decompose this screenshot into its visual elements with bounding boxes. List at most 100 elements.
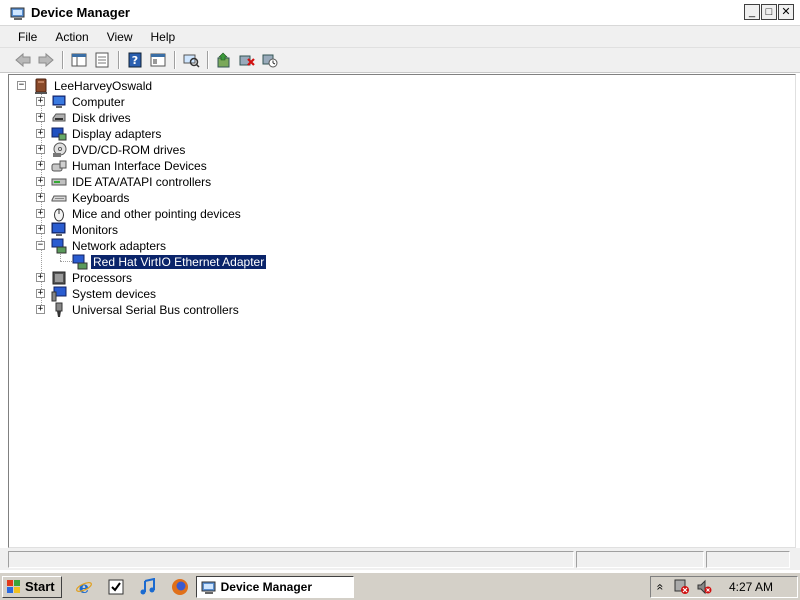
monitor-icon bbox=[51, 222, 67, 238]
checkbox-app-icon[interactable] bbox=[106, 577, 126, 597]
tree-item-label: DVD/CD-ROM drives bbox=[72, 143, 186, 157]
tree-item-usb-controllers[interactable]: Universal Serial Bus controllers bbox=[51, 302, 241, 318]
tree-item-ide-controllers[interactable]: IDE ATA/ATAPI controllers bbox=[51, 174, 213, 190]
taskbar: Start e Device Manager « 4:27 AM bbox=[0, 572, 800, 600]
toolbar-separator bbox=[62, 51, 64, 69]
category-expander[interactable]: + bbox=[36, 273, 45, 282]
tree-item-label: Human Interface Devices bbox=[72, 159, 207, 173]
tree-item-label: Universal Serial Bus controllers bbox=[72, 303, 239, 317]
volume-muted-icon[interactable] bbox=[696, 579, 712, 595]
tree-item-label: System devices bbox=[72, 287, 157, 301]
category-expander[interactable]: + bbox=[36, 113, 45, 122]
tree-item-hid[interactable]: Human Interface Devices bbox=[51, 158, 209, 174]
disable-device-icon[interactable] bbox=[259, 50, 281, 70]
category-expander[interactable]: + bbox=[36, 97, 45, 106]
properties-icon[interactable] bbox=[91, 50, 113, 70]
tree-root-label: LeeHarveyOswald bbox=[54, 79, 153, 93]
usb-icon bbox=[51, 302, 67, 318]
tree-item-label: Computer bbox=[72, 95, 125, 109]
category-expander[interactable]: + bbox=[36, 161, 45, 170]
tree-item-red-hat-virtio-ethernet-adapter[interactable]: Red Hat VirtIO Ethernet Adapter bbox=[72, 254, 268, 270]
svg-text:e: e bbox=[79, 578, 89, 596]
category-expander[interactable]: + bbox=[36, 193, 45, 202]
tree-item-label: Red Hat VirtIO Ethernet Adapter bbox=[89, 254, 268, 270]
scan-hardware-icon[interactable] bbox=[180, 50, 202, 70]
category-expander[interactable]: + bbox=[36, 305, 45, 314]
menu-view[interactable]: View bbox=[98, 30, 142, 44]
tree-item-monitors[interactable]: Monitors bbox=[51, 222, 120, 238]
tree-item-label: Network adapters bbox=[72, 239, 167, 253]
tree-item-label: Monitors bbox=[72, 223, 119, 237]
tree-item-dvd-drives[interactable]: DVD/CD-ROM drives bbox=[51, 142, 187, 158]
svg-text:?: ? bbox=[132, 54, 138, 67]
maximize-button[interactable]: □ bbox=[761, 4, 777, 20]
tree-root[interactable]: LeeHarveyOswald bbox=[33, 78, 154, 94]
tray-expand-icon[interactable]: « bbox=[653, 584, 667, 591]
tree-item-label: Mice and other pointing devices bbox=[72, 207, 241, 221]
network-status-icon[interactable] bbox=[674, 579, 690, 595]
computer-root-icon bbox=[33, 78, 49, 94]
category-expander[interactable]: + bbox=[36, 225, 45, 234]
menu-file[interactable]: File bbox=[0, 30, 46, 44]
menu-action[interactable]: Action bbox=[46, 30, 97, 44]
tree-item-display-adapters[interactable]: Display adapters bbox=[51, 126, 163, 142]
network-adapter-icon bbox=[51, 238, 67, 254]
hid-icon bbox=[51, 158, 67, 174]
tree-item-disk-drives[interactable]: Disk drives bbox=[51, 110, 133, 126]
tree-item-keyboards[interactable]: Keyboards bbox=[51, 190, 131, 206]
minimize-button[interactable]: _ bbox=[744, 4, 760, 20]
category-expander[interactable]: + bbox=[36, 129, 45, 138]
back-icon[interactable] bbox=[12, 50, 34, 70]
music-app-icon[interactable] bbox=[138, 577, 158, 597]
tree-item-label: IDE ATA/ATAPI controllers bbox=[72, 175, 212, 189]
root-expander[interactable]: − bbox=[17, 81, 26, 90]
toolbar-separator bbox=[118, 51, 120, 69]
toolbar-separator bbox=[174, 51, 176, 69]
category-expander[interactable]: + bbox=[36, 289, 45, 298]
uninstall-icon[interactable] bbox=[236, 50, 258, 70]
tree-item-label: Display adapters bbox=[72, 127, 162, 141]
title-bar[interactable]: Device Manager _ □ ✕ bbox=[0, 0, 800, 26]
view-icon[interactable] bbox=[147, 50, 169, 70]
network-adapter-icon bbox=[72, 254, 88, 270]
show-hide-tree-icon[interactable] bbox=[68, 50, 90, 70]
update-driver-icon[interactable] bbox=[213, 50, 235, 70]
disk-drive-icon bbox=[51, 110, 67, 126]
device-tree[interactable]: − LeeHarveyOswald + Computer + Disk driv… bbox=[8, 74, 796, 548]
taskbar-task-label: Device Manager bbox=[220, 579, 313, 594]
tree-item-system-devices[interactable]: System devices bbox=[51, 286, 158, 302]
category-expander[interactable]: + bbox=[36, 145, 45, 154]
clock[interactable]: 4:27 AM bbox=[729, 580, 773, 594]
menu-help[interactable]: Help bbox=[142, 30, 185, 44]
keyboard-icon bbox=[51, 190, 67, 206]
help-icon[interactable]: ? bbox=[124, 50, 146, 70]
status-pane-main bbox=[8, 550, 574, 568]
window-title: Device Manager bbox=[31, 5, 130, 20]
system-devices-icon bbox=[51, 286, 67, 302]
tree-item-mice[interactable]: Mice and other pointing devices bbox=[51, 206, 243, 222]
taskbar-device-manager-button[interactable]: Device Manager bbox=[195, 575, 354, 598]
dvd-drive-icon bbox=[51, 142, 67, 158]
device-manager-icon bbox=[201, 579, 217, 595]
tree-item-network-adapters[interactable]: Network adapters bbox=[51, 238, 168, 254]
toolbar: ? bbox=[0, 47, 800, 73]
tree-item-processors[interactable]: Processors bbox=[51, 270, 134, 286]
category-expander[interactable]: − bbox=[36, 241, 45, 250]
processor-icon bbox=[51, 270, 67, 286]
windows-logo-icon bbox=[6, 579, 22, 595]
display-adapter-icon bbox=[51, 126, 67, 142]
forward-icon[interactable] bbox=[35, 50, 57, 70]
start-label: Start bbox=[25, 579, 55, 594]
device-manager-icon bbox=[10, 5, 26, 21]
status-pane-3 bbox=[706, 550, 790, 568]
status-pane-2 bbox=[576, 550, 704, 568]
tree-item-computer[interactable]: Computer bbox=[51, 94, 127, 110]
toolbar-separator bbox=[207, 51, 209, 69]
firefox-icon[interactable] bbox=[170, 577, 190, 597]
internet-explorer-icon[interactable]: e bbox=[74, 577, 94, 597]
ide-controller-icon bbox=[51, 174, 67, 190]
close-button[interactable]: ✕ bbox=[778, 4, 794, 20]
category-expander[interactable]: + bbox=[36, 209, 45, 218]
category-expander[interactable]: + bbox=[36, 177, 45, 186]
start-button[interactable]: Start bbox=[2, 575, 62, 598]
